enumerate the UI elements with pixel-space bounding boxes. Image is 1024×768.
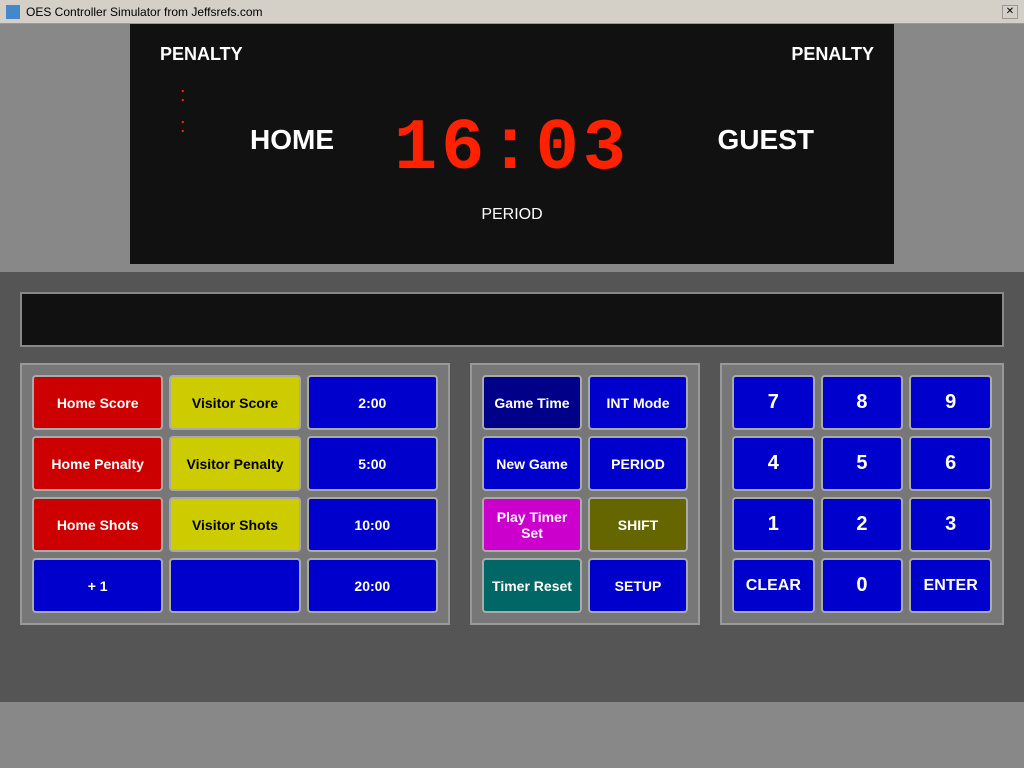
title-bar: OES Controller Simulator from Jeffsrefs.… [0, 0, 1024, 24]
clear-button[interactable]: CLEAR [732, 558, 815, 613]
num-3-button[interactable]: 3 [909, 497, 992, 552]
int-mode-button[interactable]: INT Mode [588, 375, 688, 430]
play-timer-set-button[interactable]: Play Timer Set [482, 497, 582, 552]
empty-button[interactable] [169, 558, 300, 613]
penalty-dots-left: : : [180, 84, 186, 138]
display-strip [20, 292, 1004, 347]
game-time-button[interactable]: Game Time [482, 375, 582, 430]
app-icon [6, 5, 20, 19]
num-9-button[interactable]: 9 [909, 375, 992, 430]
num-0-button[interactable]: 0 [821, 558, 904, 613]
visitor-shots-button[interactable]: Visitor Shots [169, 497, 300, 552]
middle-panel: Game Time INT Mode New Game PERIOD Play … [470, 363, 700, 625]
visitor-score-button[interactable]: Visitor Score [169, 375, 300, 430]
time-10-button[interactable]: 10:00 [307, 497, 438, 552]
penalty-dot-1: : [180, 84, 186, 107]
buttons-area: Home Score Visitor Score 2:00 Home Penal… [20, 363, 1004, 625]
scoreboard: PENALTY PENALTY : : 16:03 HOME GUEST PER… [130, 24, 894, 264]
home-penalty-button[interactable]: Home Penalty [32, 436, 163, 491]
num-7-button[interactable]: 7 [732, 375, 815, 430]
num-2-button[interactable]: 2 [821, 497, 904, 552]
period-button[interactable]: PERIOD [588, 436, 688, 491]
num-5-button[interactable]: 5 [821, 436, 904, 491]
plus1-button[interactable]: + 1 [32, 558, 163, 613]
home-shots-button[interactable]: Home Shots [32, 497, 163, 552]
penalty-dot-2: : [180, 115, 186, 138]
period-label: PERIOD [481, 206, 542, 224]
time-5-button[interactable]: 5:00 [307, 436, 438, 491]
num-8-button[interactable]: 8 [821, 375, 904, 430]
visitor-penalty-button[interactable]: Visitor Penalty [169, 436, 300, 491]
penalty-right-label: PENALTY [791, 44, 874, 65]
penalty-left-label: PENALTY [160, 44, 243, 65]
num-6-button[interactable]: 6 [909, 436, 992, 491]
guest-team-label: GUEST [718, 124, 814, 156]
title-text: OES Controller Simulator from Jeffsrefs.… [26, 5, 263, 19]
left-panel: Home Score Visitor Score 2:00 Home Penal… [20, 363, 450, 625]
game-clock: 16:03 [394, 108, 630, 190]
timer-reset-button[interactable]: Timer Reset [482, 558, 582, 613]
shift-button[interactable]: SHIFT [588, 497, 688, 552]
home-team-label: HOME [250, 124, 334, 156]
close-button[interactable]: ✕ [1002, 5, 1018, 19]
time-20-button[interactable]: 20:00 [307, 558, 438, 613]
num-4-button[interactable]: 4 [732, 436, 815, 491]
control-panel: Home Score Visitor Score 2:00 Home Penal… [0, 272, 1024, 702]
home-score-button[interactable]: Home Score [32, 375, 163, 430]
num-1-button[interactable]: 1 [732, 497, 815, 552]
enter-button[interactable]: ENTER [909, 558, 992, 613]
setup-button[interactable]: SETUP [588, 558, 688, 613]
right-panel: 7 8 9 4 5 6 1 2 3 CLEAR 0 ENTER [720, 363, 1004, 625]
new-game-button[interactable]: New Game [482, 436, 582, 491]
time-2-button[interactable]: 2:00 [307, 375, 438, 430]
